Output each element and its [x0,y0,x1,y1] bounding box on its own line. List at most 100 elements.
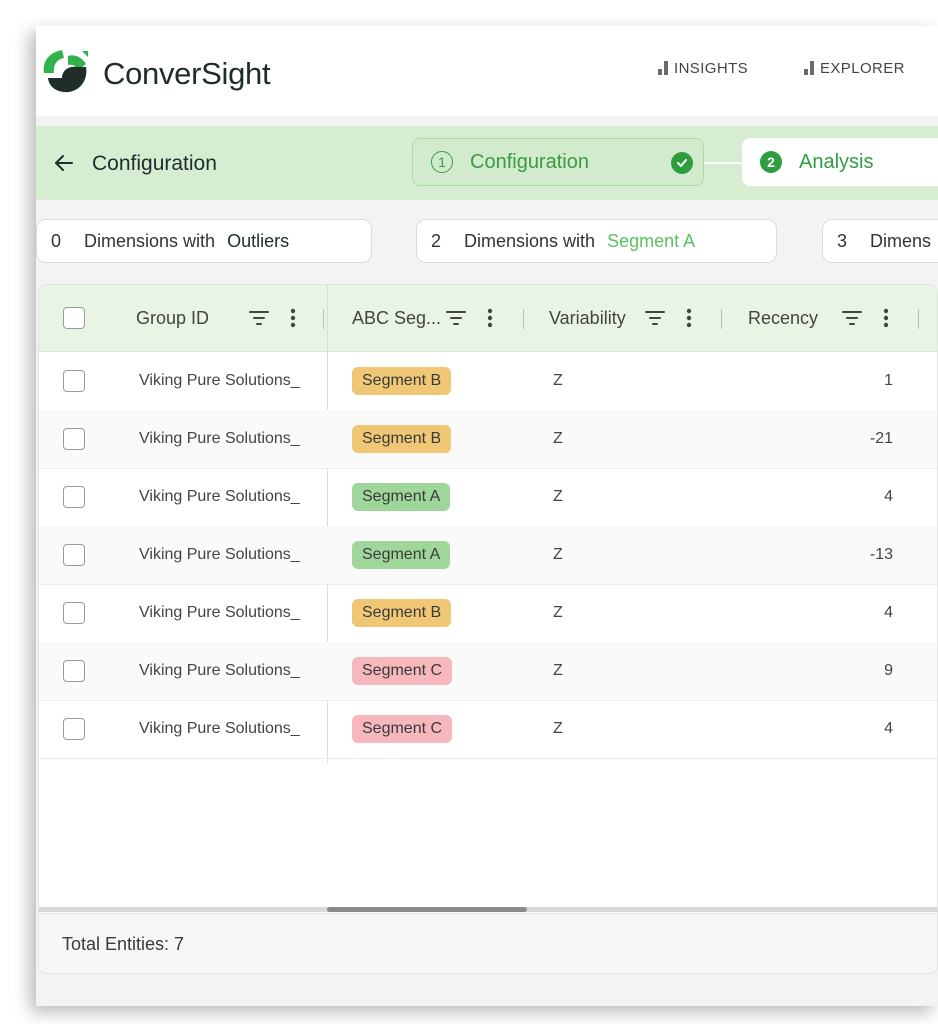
more-vertical-icon[interactable] [487,308,493,328]
segment-badge: Segment B [352,599,452,627]
table-row[interactable]: Viking Pure Solutions_ Segment A Z -13 [39,526,937,585]
cell-recency: -13 [869,546,893,563]
cell-recency: -21 [869,430,893,447]
segment-badge: Segment A [352,541,451,569]
cell-group-id: Viking Pure Solutions_ [139,604,300,621]
cell-recency: 4 [884,488,893,505]
row-checkbox[interactable] [63,718,85,740]
select-all-cell [63,285,85,351]
chip-segment-a[interactable]: 2 Dimensions with Segment A [416,219,777,263]
scrollbar-thumb[interactable] [327,907,527,912]
cell-variability: Z [553,430,563,447]
chip-count: 3 [837,230,848,251]
back-arrow-icon[interactable] [52,151,76,175]
step-number-2: 2 [760,151,782,173]
segment-badge: Segment C [352,657,453,685]
step-number-1: 1 [431,151,453,173]
cell-recency: 4 [884,720,893,737]
column-separator[interactable] [721,309,722,329]
select-all-checkbox[interactable] [63,307,85,329]
row-checkbox[interactable] [63,428,85,450]
more-vertical-icon[interactable] [883,308,889,328]
row-checkbox[interactable] [63,486,85,508]
cell-group-id: Viking Pure Solutions_ [139,662,300,679]
nav-insights[interactable]: INSIGHTS [658,60,748,77]
cell-variability: Z [553,546,563,563]
nav-insights-label: INSIGHTS [674,60,749,77]
table-row[interactable]: Viking Pure Solutions_ Segment C Z 4 [39,700,937,759]
table-row[interactable]: Viking Pure Solutions_ Segment C Z 9 [39,642,937,701]
chip-outliers[interactable]: 0 Dimensions with Outliers [36,219,372,263]
chip-highlight: Segment A [607,230,696,251]
row-checkbox[interactable] [63,544,85,566]
cell-recency: 9 [884,662,893,679]
app-window: ConverSight INSIGHTS EXPLORER Configurat… [36,26,938,1006]
column-header-abc-segment[interactable]: ABC Seg... [352,285,441,351]
column-separator[interactable] [323,309,324,329]
data-table: Group ID ABC Seg... Variability Recency … [38,284,938,974]
step-connector [704,162,742,164]
table-header: Group ID ABC Seg... Variability Recency [39,285,937,352]
table-row[interactable]: Viking Pure Solutions_ Segment B Z -21 [39,410,937,469]
chip-count: 0 [51,230,62,251]
column-header-group-id[interactable]: Group ID [136,285,209,351]
chip-highlight: Outliers [227,230,290,251]
cell-variability: Z [553,662,563,679]
segment-badge: Segment A [352,483,451,511]
chip-count: 2 [431,230,442,251]
cell-variability: Z [553,372,563,389]
column-label: Group ID [136,307,210,328]
step-analysis[interactable]: 2 Analysis [742,138,938,186]
step-analysis-label: Analysis [799,150,874,173]
column-separator[interactable] [918,309,919,329]
cell-group-id: Viking Pure Solutions_ [139,372,300,389]
row-checkbox[interactable] [63,660,85,682]
cell-group-id: Viking Pure Solutions_ [139,546,300,563]
cell-group-id: Viking Pure Solutions_ [139,488,300,505]
chip-text: Dimensions with [464,230,596,251]
filter-icon[interactable] [249,310,269,326]
top-navigation: ConverSight INSIGHTS EXPLORER [36,26,938,116]
more-vertical-icon[interactable] [290,308,296,328]
table-row[interactable]: Viking Pure Solutions_ Segment B Z 4 [39,584,937,643]
check-circle-icon [671,152,693,174]
nav-explorer[interactable]: EXPLORER [804,60,905,77]
conversight-logo-icon [43,50,88,93]
column-separator[interactable] [523,309,524,329]
cell-variability: Z [553,604,563,621]
table-footer: Total Entities: 7 [39,913,937,973]
page-title: Configuration [92,152,217,175]
chip-text: Dimens [870,230,932,251]
column-header-recency[interactable]: Recency [748,285,818,351]
cell-recency: 1 [884,372,893,389]
column-label: Recency [748,307,819,328]
column-label: ABC Seg... [352,307,442,328]
table-row[interactable]: Viking Pure Solutions_ Segment B Z 1 [39,352,937,411]
chip-dimensions-3[interactable]: 3 Dimens [822,219,938,263]
cell-recency: 4 [884,604,893,621]
filter-icon[interactable] [645,310,665,326]
row-checkbox[interactable] [63,602,85,624]
bar-chart-icon [658,61,668,75]
column-label: Variability [549,307,626,328]
segment-badge: Segment C [352,715,453,743]
cell-variability: Z [553,720,563,737]
nav-explorer-label: EXPLORER [820,60,905,77]
cell-group-id: Viking Pure Solutions_ [139,430,300,447]
total-entities: Total Entities: 7 [62,934,185,954]
column-header-variability[interactable]: Variability [549,285,626,351]
cell-variability: Z [553,488,563,505]
table-row[interactable]: Viking Pure Solutions_ Segment A Z 4 [39,468,937,527]
filter-icon[interactable] [842,310,862,326]
segment-badge: Segment B [352,425,452,453]
chip-text: Dimensions with [84,230,216,251]
step-configuration-label: Configuration [470,150,589,173]
step-configuration[interactable]: 1 Configuration [412,138,704,186]
more-vertical-icon[interactable] [686,308,692,328]
brand-name: ConverSight [103,56,271,91]
filter-icon[interactable] [446,310,466,326]
cell-group-id: Viking Pure Solutions_ [139,720,300,737]
bar-chart-icon [804,61,814,75]
row-checkbox[interactable] [63,370,85,392]
segment-badge: Segment B [352,367,452,395]
